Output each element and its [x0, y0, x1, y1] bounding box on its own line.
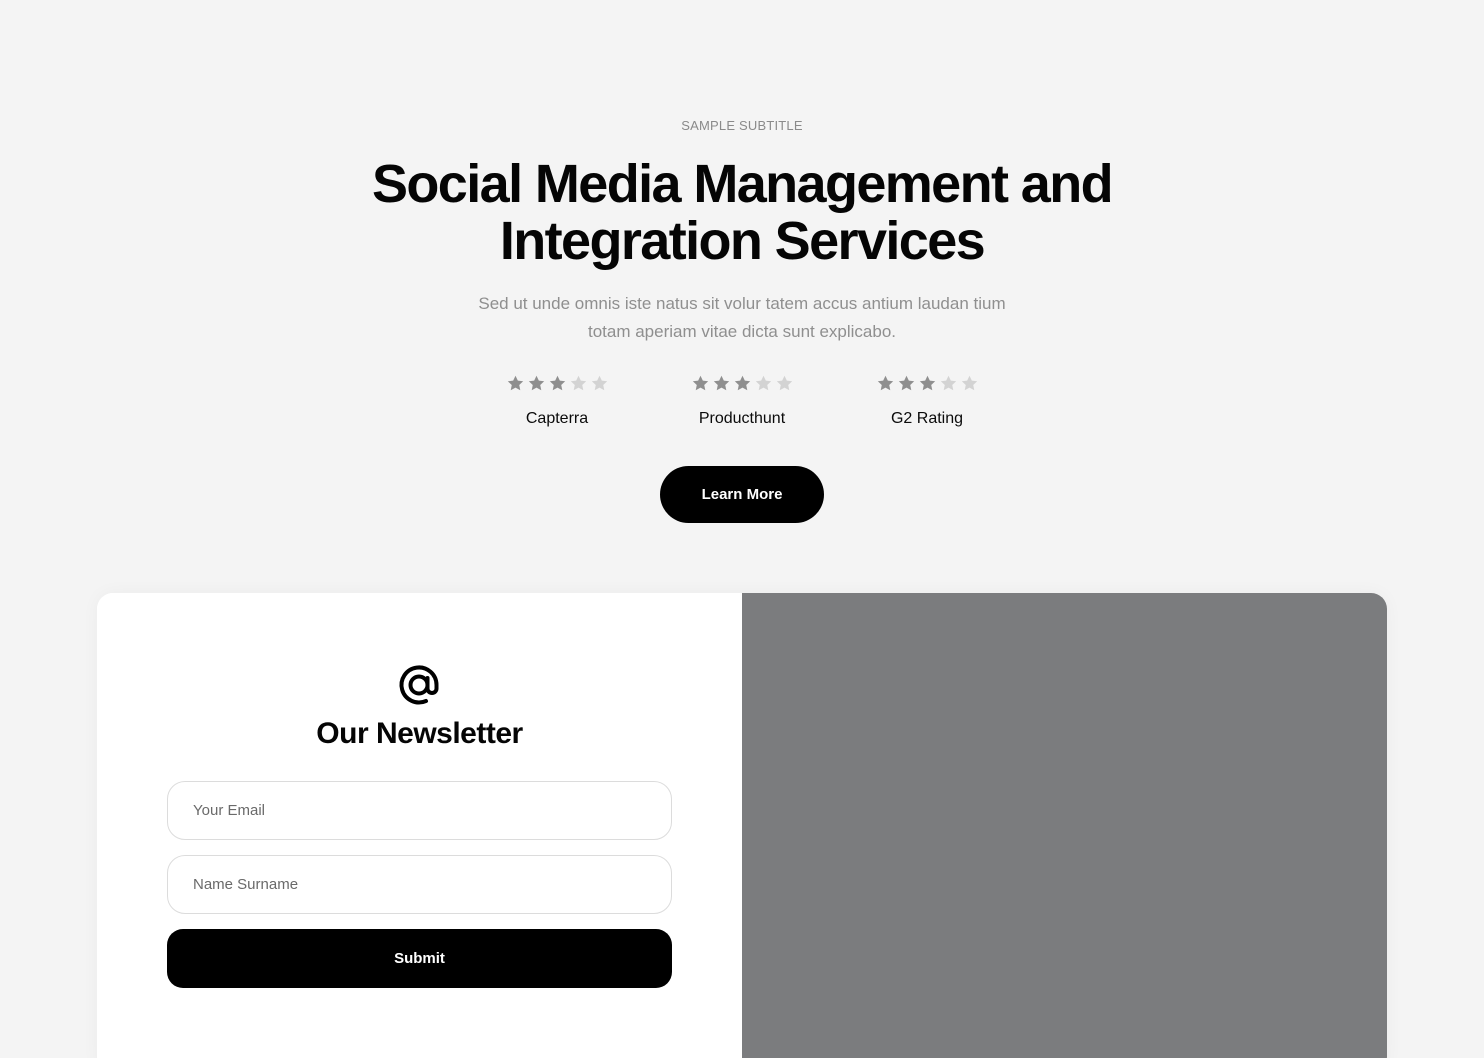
star-filled-icon [712, 374, 731, 398]
email-input[interactable] [167, 781, 672, 840]
rating-label: Capterra [525, 410, 589, 427]
rating-capterra: Capterra [477, 374, 637, 428]
rating-label: Producthunt [698, 410, 786, 427]
star-filled-icon [733, 374, 752, 398]
star-filled-icon [897, 374, 916, 398]
rating-label: G2 Rating [890, 410, 964, 427]
hero-description-line-2: totam aperiam vitae dicta sunt explicabo… [587, 322, 897, 341]
star-filled-icon [548, 374, 567, 398]
star-empty-icon [754, 374, 773, 398]
page: SAMPLE SUBTITLE Social Media Management … [0, 0, 1484, 1058]
star-rating [847, 374, 1007, 398]
star-empty-icon [590, 374, 609, 398]
newsletter-title: Our Newsletter [316, 717, 523, 750]
star-filled-icon [918, 374, 937, 398]
star-empty-icon [939, 374, 958, 398]
learn-more-button[interactable]: Learn More [660, 466, 824, 523]
star-filled-icon [876, 374, 895, 398]
hero-title-line-2: Integration Services [499, 211, 986, 271]
star-filled-icon [527, 374, 546, 398]
star-empty-icon [775, 374, 794, 398]
hero-description: Sed ut unde omnis iste natus sit volur t… [0, 290, 1484, 346]
submit-button[interactable]: Submit [167, 929, 672, 988]
newsletter-image-placeholder [742, 593, 1387, 1058]
ratings-row: Capterra Producthunt G2 Rating [0, 374, 1484, 434]
star-rating [662, 374, 822, 398]
hero-description-line-1: Sed ut unde omnis iste natus sit volur t… [478, 294, 1006, 313]
hero-title: Social Media Management and Integration … [0, 156, 1484, 270]
rating-producthunt: Producthunt [662, 374, 822, 428]
at-sign-icon [399, 665, 439, 705]
newsletter-form-panel: Our Newsletter Submit [97, 593, 742, 1058]
name-surname-input[interactable] [167, 855, 672, 914]
newsletter-card: Our Newsletter Submit [97, 593, 1387, 1058]
hero-subtitle: SAMPLE SUBTITLE [681, 118, 803, 133]
star-filled-icon [506, 374, 525, 398]
star-empty-icon [960, 374, 979, 398]
star-filled-icon [691, 374, 710, 398]
star-rating [477, 374, 637, 398]
star-empty-icon [569, 374, 588, 398]
rating-g2: G2 Rating [847, 374, 1007, 428]
hero-title-line-1: Social Media Management and [372, 154, 1114, 214]
